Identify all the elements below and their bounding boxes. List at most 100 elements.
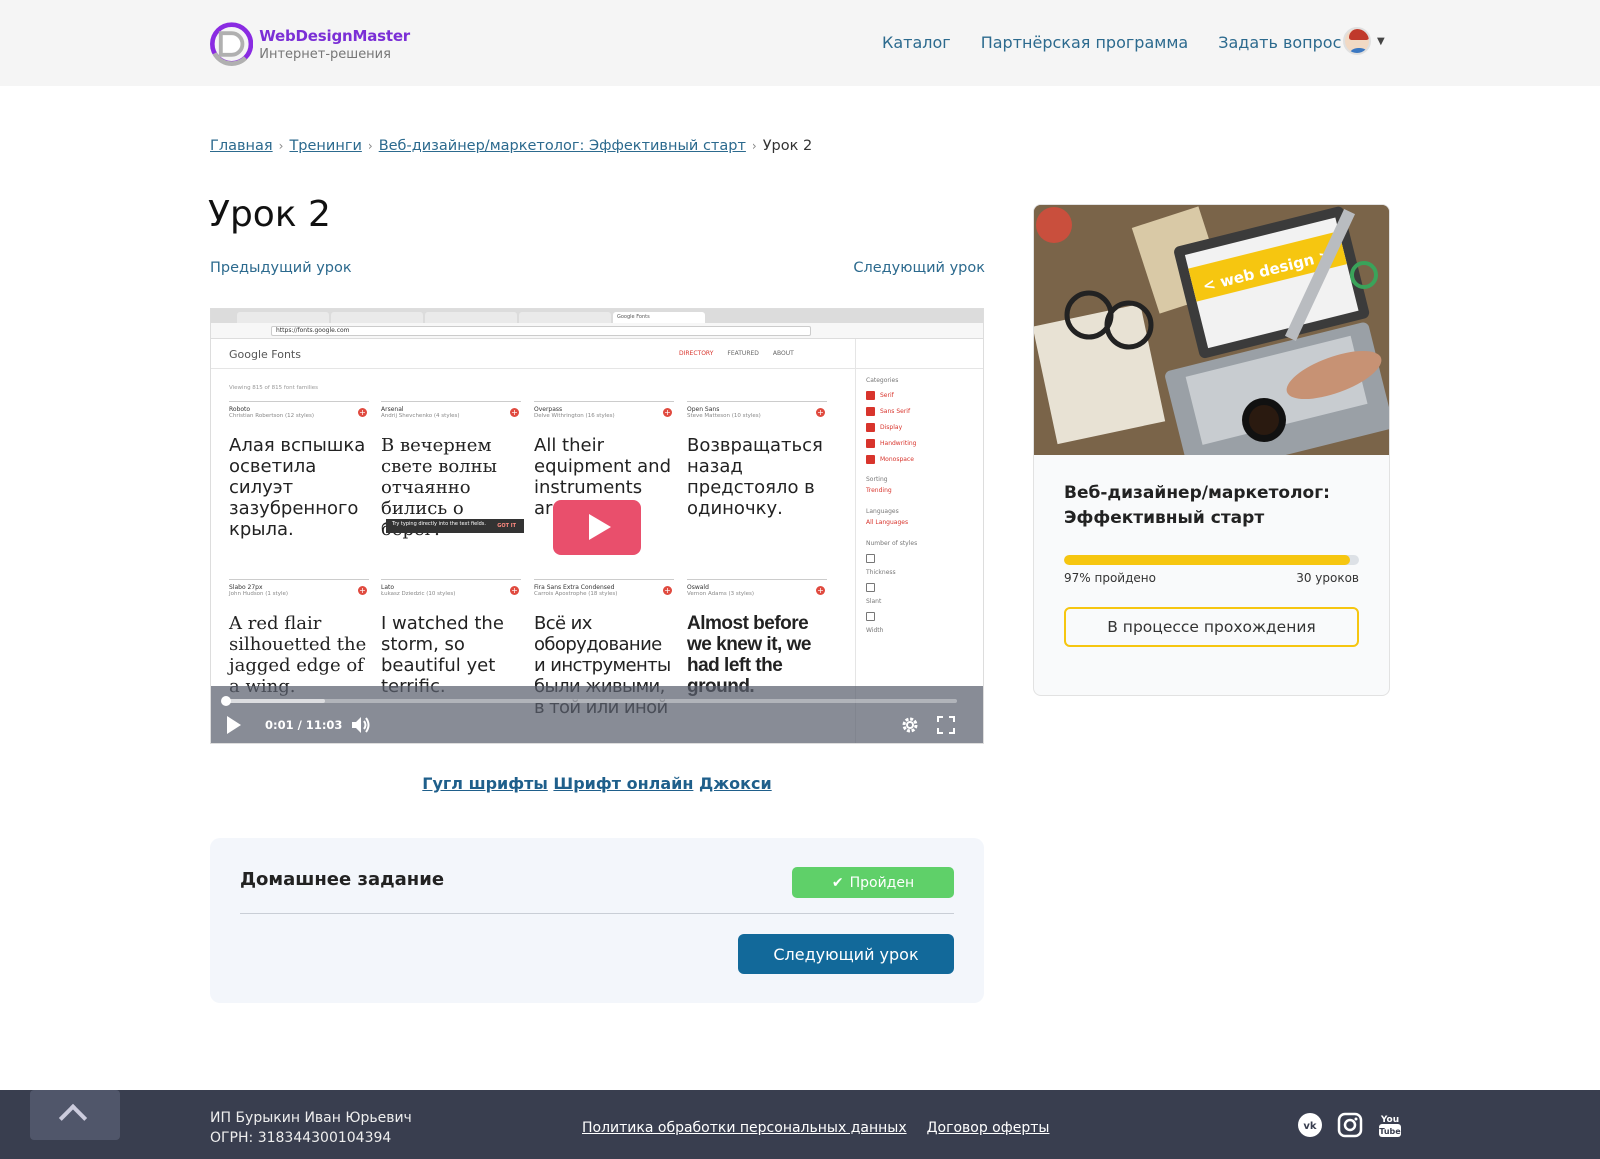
youtube-icon[interactable]: You Tube xyxy=(1377,1112,1403,1138)
chevron-right-icon: › xyxy=(751,139,757,153)
video-font-card: Oswald Vernon Adams (3 styles) + Almost … xyxy=(687,579,827,697)
next-lesson-button[interactable]: Следующий урок xyxy=(738,934,954,974)
font-author: Delve Withrington (16 styles) xyxy=(534,413,615,419)
add-icon: + xyxy=(510,586,519,595)
site-header: WebDesignMaster Интернет-решения Каталог… xyxy=(0,0,1600,86)
svg-text:vk: vk xyxy=(1303,1121,1317,1132)
prev-lesson-link[interactable]: Предыдущий урок xyxy=(210,260,352,276)
video-progress-bar[interactable] xyxy=(221,696,957,706)
video-url: https://fonts.google.com xyxy=(271,326,811,336)
course-progress-label: 97% пройдено xyxy=(1064,571,1156,585)
video-gf-logo: Google Fonts xyxy=(229,348,301,361)
link-google-fonts[interactable]: Гугл шрифты xyxy=(422,774,548,793)
link-jocksi[interactable]: Джокси xyxy=(699,774,772,793)
sorting-value: Trending xyxy=(866,487,892,494)
nav-ask-question[interactable]: Задать вопрос xyxy=(1218,33,1341,52)
font-name: Roboto xyxy=(229,406,251,413)
footer-ogrn: ОГРН: 318344300104394 xyxy=(210,1130,392,1146)
breadcrumb: Главная › Тренинги › Веб-дизайнер/маркет… xyxy=(210,138,812,154)
settings-icon[interactable] xyxy=(901,716,919,734)
video-browser-tab xyxy=(519,312,611,323)
video-browser-tab xyxy=(425,312,517,323)
status-badge-label: Пройден xyxy=(849,874,915,891)
lesson-links: Гугл шрифты Шрифт онлайн Джокси xyxy=(0,774,984,793)
vk-icon[interactable]: vk xyxy=(1297,1112,1323,1138)
nav-catalog[interactable]: Каталог xyxy=(882,33,951,52)
course-card: < web design > Веб-дизайнер/маркетолог: … xyxy=(1033,204,1390,696)
svg-text:Tube: Tube xyxy=(1379,1127,1401,1136)
play-button[interactable] xyxy=(553,500,641,555)
main-nav: Каталог Партнёрская программа Задать воп… xyxy=(882,33,1341,52)
volume-icon[interactable] xyxy=(351,716,371,734)
font-name: Fira Sans Extra Condensed xyxy=(534,584,615,591)
course-lessons-count: 30 уроков xyxy=(1296,571,1359,585)
font-author: Carrois Apostrophe (18 styles) xyxy=(534,591,618,597)
chevron-down-icon[interactable]: ▼ xyxy=(1377,36,1385,47)
course-illustration: < web design > xyxy=(1034,205,1389,455)
logo-tagline: Интернет-решения xyxy=(259,46,391,62)
video-browser-tab-active: Google Fonts xyxy=(613,312,705,323)
breadcrumb-course[interactable]: Веб-дизайнер/маркетолог: Эффективный ста… xyxy=(379,138,746,154)
sidebar-label: Languages xyxy=(866,508,899,515)
homework-title: Домашнее задание xyxy=(240,869,445,890)
video-player[interactable]: Google Fonts https://fonts.google.com Go… xyxy=(210,308,984,744)
font-sample: A red flair silhouetted the jagged edge … xyxy=(229,613,367,697)
breadcrumb-current: Урок 2 xyxy=(762,138,813,154)
video-font-card: Slabo 27px John Hudson (1 style) + A red… xyxy=(229,579,369,697)
link-font-online[interactable]: Шрифт онлайн xyxy=(553,774,693,793)
video-gf-nav-item: FEATURED xyxy=(727,350,759,357)
course-title: Веб-дизайнер/маркетолог: Эффективный ста… xyxy=(1064,483,1330,528)
logo-name: WebDesignMaster xyxy=(259,26,410,45)
chevron-right-icon: › xyxy=(278,139,284,153)
video-buffer-bar xyxy=(225,699,325,703)
avatar[interactable] xyxy=(1343,27,1371,55)
font-sample: Алая вспышка осветила силуэт зазубренног… xyxy=(229,435,366,540)
category-checkbox: Serif xyxy=(866,391,975,400)
play-icon[interactable] xyxy=(227,716,241,734)
fullscreen-icon[interactable] xyxy=(937,716,955,734)
footer-offer-link[interactable]: Договор оферты xyxy=(927,1120,1050,1136)
video-gf-count: Viewing 815 of 815 font families xyxy=(229,385,319,391)
font-author: Christian Robertson (12 styles) xyxy=(229,413,315,419)
site-logo[interactable]: WebDesignMaster Интернет-решения xyxy=(210,16,410,72)
instagram-icon[interactable] xyxy=(1337,1112,1363,1138)
font-name: Oswald xyxy=(687,584,709,591)
sidebar-label: Slant xyxy=(866,598,882,605)
video-browser-tabs: Google Fonts xyxy=(211,309,983,323)
filter-checkbox xyxy=(866,612,975,621)
nav-partner-program[interactable]: Партнёрская программа xyxy=(981,33,1188,52)
logo-icon xyxy=(210,22,254,66)
sidebar-label: Width xyxy=(866,627,884,634)
font-sample: I watched the storm, so beautiful yet te… xyxy=(381,613,504,697)
course-status-button[interactable]: В процессе прохождения xyxy=(1064,607,1359,647)
breadcrumb-trainings[interactable]: Тренинги xyxy=(289,138,361,154)
font-author: Steve Matteson (10 styles) xyxy=(687,413,761,419)
add-icon: + xyxy=(816,586,825,595)
sidebar-label: Thickness xyxy=(866,569,896,576)
video-tooltip-button: GOT IT xyxy=(497,523,516,529)
course-image: < web design > xyxy=(1034,205,1389,455)
divider xyxy=(240,913,954,914)
footer-privacy-link[interactable]: Политика обработки персональных данных xyxy=(582,1120,907,1136)
filter-checkbox xyxy=(866,554,975,563)
font-name: Slabo 27px xyxy=(229,584,263,591)
scroll-to-top-button[interactable] xyxy=(30,1090,120,1140)
add-icon: + xyxy=(663,408,672,417)
video-browser-tab xyxy=(237,312,329,323)
category-checkbox: Display xyxy=(866,423,975,432)
video-gf-nav-item: DIRECTORY xyxy=(679,350,714,357)
check-icon: ✔ xyxy=(831,874,844,891)
footer-owner: ИП Бурыкин Иван Юрьевич xyxy=(210,1110,412,1126)
breadcrumb-home[interactable]: Главная xyxy=(210,138,273,154)
category-checkbox: Monospace xyxy=(866,455,975,464)
add-icon: + xyxy=(816,408,825,417)
filter-checkbox xyxy=(866,583,975,592)
user-menu[interactable]: ▼ xyxy=(1343,27,1385,55)
video-tooltip: Try typing directly into the text fields… xyxy=(386,519,524,533)
video-gf-nav-item: ABOUT xyxy=(772,350,794,357)
course-progress-fill xyxy=(1064,555,1351,565)
add-icon: + xyxy=(358,586,367,595)
video-progress-handle[interactable] xyxy=(221,696,231,706)
font-name: Open Sans xyxy=(687,406,720,413)
next-lesson-link[interactable]: Следующий урок xyxy=(853,260,985,276)
